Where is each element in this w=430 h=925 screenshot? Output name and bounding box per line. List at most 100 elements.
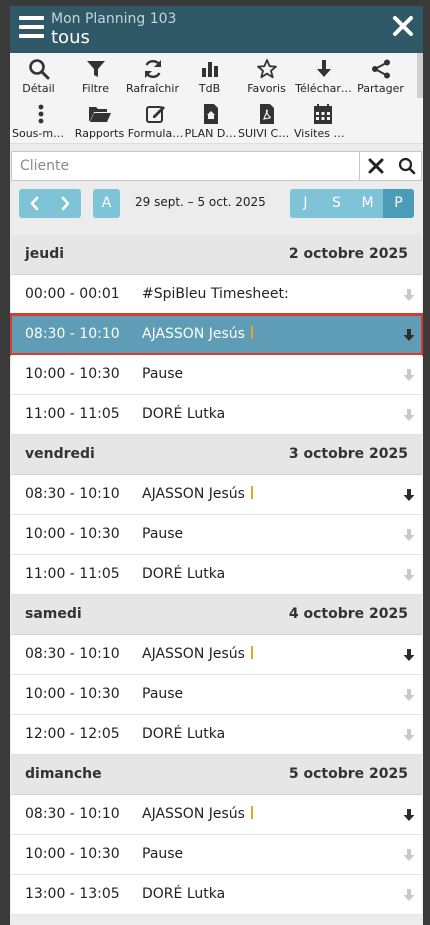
view-month-button[interactable]: M: [352, 189, 383, 218]
refresh-button[interactable]: Rafraîchir: [124, 53, 181, 98]
close-icon[interactable]: [391, 14, 415, 38]
download-arrow-icon[interactable]: [402, 367, 416, 386]
event-title: DORÉ Lutka: [142, 406, 226, 422]
day-date: 4 octobre 2025: [288, 606, 408, 622]
download-button[interactable]: Téléchar…: [295, 53, 352, 98]
search-icon: [28, 59, 49, 80]
event-title: #SpiBleu Timesheet:: [142, 286, 289, 302]
plan-button[interactable]: PLAN D…: [182, 98, 239, 143]
detail-label: Détail: [22, 82, 55, 95]
event-title: AJASSON Jesús: [142, 326, 253, 342]
more-vertical-icon: [38, 104, 43, 124]
event-marker: [250, 806, 253, 819]
download-arrow-icon[interactable]: [402, 527, 416, 546]
detail-button[interactable]: Détail: [10, 53, 67, 98]
reports-button[interactable]: Rapports: [71, 98, 128, 143]
event-time: 10:00 - 10:30: [25, 526, 120, 542]
event-time: 13:00 - 13:05: [25, 886, 120, 902]
day-date: 5 octobre 2025: [288, 766, 408, 782]
view-day-button[interactable]: J: [290, 189, 321, 218]
event-time: 08:30 - 10:10: [25, 646, 120, 662]
favorites-label: Favoris: [247, 82, 286, 95]
event-time: 08:30 - 10:10: [25, 326, 120, 342]
reports-label: Rapports: [74, 127, 125, 140]
agenda-row[interactable]: 11:00 - 11:05 DORÉ Lutka: [11, 395, 422, 435]
event-time: 10:00 - 10:30: [25, 686, 120, 702]
download-arrow-icon[interactable]: [402, 407, 416, 426]
agenda-row[interactable]: 10:00 - 10:30 Pause: [11, 675, 422, 715]
download-arrow-icon[interactable]: [402, 887, 416, 906]
event-time: 11:00 - 11:05: [25, 566, 120, 582]
favorites-button[interactable]: Favoris: [238, 53, 295, 98]
search-icon[interactable]: [398, 157, 416, 175]
event-time: 12:00 - 12:05: [25, 726, 120, 742]
event-title: Pause: [142, 846, 184, 862]
today-button[interactable]: A: [93, 189, 120, 218]
agenda-row[interactable]: 12:00 - 12:05 DORÉ Lutka: [11, 715, 422, 755]
app-frame: Mon Planning 103 tous Détail Filtre Rafr…: [10, 6, 423, 925]
event-time: 00:00 - 00:01: [25, 286, 120, 302]
download-arrow-icon[interactable]: [402, 487, 416, 506]
agenda-row[interactable]: 00:00 - 00:01 #SpiBleu Timesheet:: [11, 275, 422, 315]
dashboard-button[interactable]: TdB: [181, 53, 238, 98]
agenda-row[interactable]: 08:30 - 10:10 AJASSON Jesús: [11, 795, 422, 835]
hamburger-menu-icon[interactable]: [19, 16, 44, 38]
house-document-icon: [203, 104, 218, 124]
period-navigation: [19, 189, 81, 218]
event-title: DORÉ Lutka: [142, 566, 226, 582]
search-divider: [359, 152, 360, 180]
day-date: 2 octobre 2025: [288, 246, 408, 262]
agenda-row[interactable]: 13:00 - 13:05 DORÉ Lutka: [11, 875, 422, 915]
search-input[interactable]: Cliente: [20, 158, 69, 174]
agenda-row[interactable]: 08:30 - 10:10 AJASSON Jesús: [11, 475, 422, 515]
agenda-row[interactable]: 10:00 - 10:30 Pause: [11, 835, 422, 875]
download-arrow-icon[interactable]: [402, 807, 416, 826]
today-label: A: [101, 195, 112, 211]
download-arrow-icon[interactable]: [402, 327, 416, 346]
download-arrow-icon[interactable]: [402, 847, 416, 866]
agenda-list: jeudi 2 octobre 2025 00:00 - 00:01 #SpiBleu…: [10, 235, 423, 915]
share-button[interactable]: Partager: [352, 53, 409, 98]
day-date: 3 octobre 2025: [288, 446, 408, 462]
download-arrow-icon[interactable]: [402, 647, 416, 666]
filter-icon: [86, 61, 105, 77]
event-title: DORÉ Lutka: [142, 726, 226, 742]
filter-button[interactable]: Filtre: [67, 53, 124, 98]
download-arrow-icon[interactable]: [402, 687, 416, 706]
agenda-row-selected[interactable]: 08:30 - 10:10 AJASSON Jesús: [10, 313, 423, 356]
toolbar-secondary: Sous-me… Rapports Formula… PLAN D… SUIVI…: [10, 98, 423, 144]
toolbar-scrollbar[interactable]: [417, 53, 423, 98]
event-title: AJASSON Jesús: [142, 806, 253, 822]
clear-search-icon[interactable]: [368, 158, 384, 174]
download-arrow-icon[interactable]: [402, 287, 416, 306]
download-arrow-icon[interactable]: [402, 727, 416, 746]
previous-button[interactable]: [20, 189, 49, 218]
next-button[interactable]: [51, 189, 80, 218]
agenda-row[interactable]: 11:00 - 11:05 DORÉ Lutka: [11, 555, 422, 595]
forms-label: Formula…: [127, 127, 184, 140]
agenda-row[interactable]: 08:30 - 10:10 AJASSON Jesús: [11, 635, 422, 675]
bar-chart-icon: [201, 62, 218, 77]
event-title: AJASSON Jesús: [142, 646, 253, 662]
visits-button[interactable]: Visites p…: [294, 98, 351, 143]
download-arrow-icon[interactable]: [402, 567, 416, 586]
agenda-row[interactable]: 10:00 - 10:30 Pause: [11, 515, 422, 555]
day-name: vendredi: [25, 446, 95, 462]
event-time: 08:30 - 10:10: [25, 486, 120, 502]
date-range: 29 sept. – 5 oct. 2025: [135, 195, 266, 209]
event-time: 10:00 - 10:30: [25, 846, 120, 862]
submenu-button[interactable]: Sous-me…: [12, 98, 69, 143]
view-planning-button[interactable]: P: [383, 189, 414, 218]
forms-button[interactable]: Formula…: [127, 98, 184, 143]
day-header: jeudi 2 octobre 2025: [11, 235, 422, 275]
event-time: 10:00 - 10:30: [25, 366, 120, 382]
view-week-button[interactable]: S: [321, 189, 352, 218]
refresh-label: Rafraîchir: [126, 82, 179, 95]
day-header: samedi 4 octobre 2025: [11, 595, 422, 635]
day-name: jeudi: [25, 246, 65, 262]
visits-label: Visites p…: [294, 127, 351, 140]
folder-open-icon: [88, 107, 111, 122]
agenda-row[interactable]: 10:00 - 10:30 Pause: [11, 355, 422, 395]
app-header: Mon Planning 103 tous: [10, 6, 423, 53]
suivi-button[interactable]: SUIVI CL…: [238, 98, 295, 143]
